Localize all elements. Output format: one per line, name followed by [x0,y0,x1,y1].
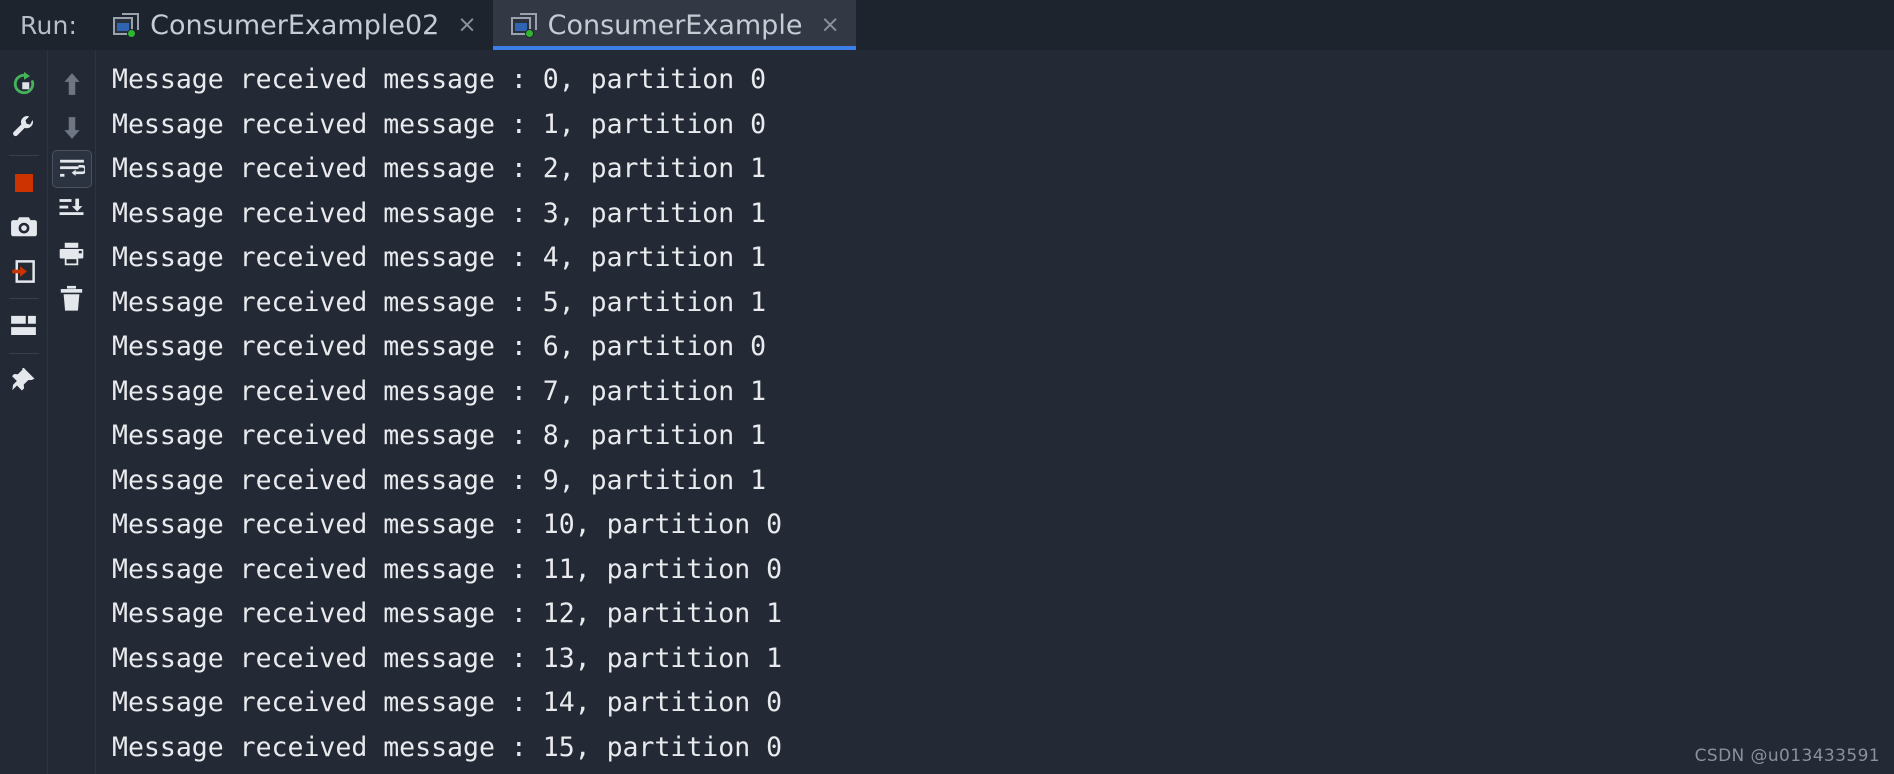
toolbar-divider [8,155,39,156]
run-tool-window: Run: ConsumerExample02 × ConsumerExample… [0,0,1894,774]
tab-label: ConsumerExample [547,9,803,41]
tab-label: ConsumerExample02 [150,9,440,41]
run-body: Message received message : 0, partition … [0,50,1894,774]
console-line: Message received message : 4, partition … [112,242,767,273]
console-line: Message received message : 0, partition … [112,64,767,95]
camera-icon[interactable] [4,205,44,249]
run-configuration-icon [113,13,140,38]
console-actions-toolbar [48,50,96,774]
close-icon[interactable]: × [457,13,476,37]
console-line: Message received message : 1, partition … [112,108,767,140]
console-line: Message received message : 12, partition… [112,598,783,629]
console-line: Message received message : 7, partition … [112,375,767,407]
rerun-icon[interactable] [4,62,44,106]
console-line: Message received message : 2, partition … [112,153,767,184]
console-line: Message received message : 11, partition… [112,553,783,585]
pin-icon[interactable] [4,359,44,403]
toolbar-divider [8,353,39,354]
thread-dump-icon[interactable] [4,249,44,293]
run-actions-toolbar [0,50,48,774]
tab-consumer-example-02[interactable]: ConsumerExample02 × [95,0,493,50]
wrench-icon[interactable] [4,106,44,150]
console-line: Message received message : 9, partition … [112,464,767,496]
arrow-down-icon[interactable] [52,106,92,150]
toolbar-divider [8,298,39,299]
console-line: Message received message : 14, partition… [112,687,783,718]
console-line: Message received message : 6, partition … [112,331,767,362]
console-line: Message received message : 3, partition … [112,197,767,229]
console-line: Message received message : 13, partition… [112,642,783,674]
run-tab-bar: Run: ConsumerExample02 × ConsumerExample… [0,0,1894,50]
layout-icon[interactable] [4,304,44,348]
arrow-up-icon[interactable] [52,62,92,106]
console-line: Message received message : 8, partition … [112,420,767,451]
console-line: Message received message : 5, partition … [112,286,767,318]
print-icon[interactable] [52,232,92,276]
scroll-to-end-icon[interactable] [52,188,92,232]
soft-wrap-icon[interactable] [51,150,92,188]
console-line: Message received message : 10, partition… [112,509,783,540]
console-line: Message received message : 15, partition… [112,731,783,763]
run-label: Run: [20,10,78,40]
console-line: Message received message : 16, partition… [112,770,1894,774]
run-configuration-icon [510,13,537,38]
console-output[interactable]: Message received message : 0, partition … [96,50,1894,774]
close-icon[interactable]: × [820,13,839,37]
stop-icon[interactable] [4,161,44,205]
tab-consumer-example[interactable]: ConsumerExample × [492,0,856,50]
trash-icon[interactable] [52,276,92,320]
